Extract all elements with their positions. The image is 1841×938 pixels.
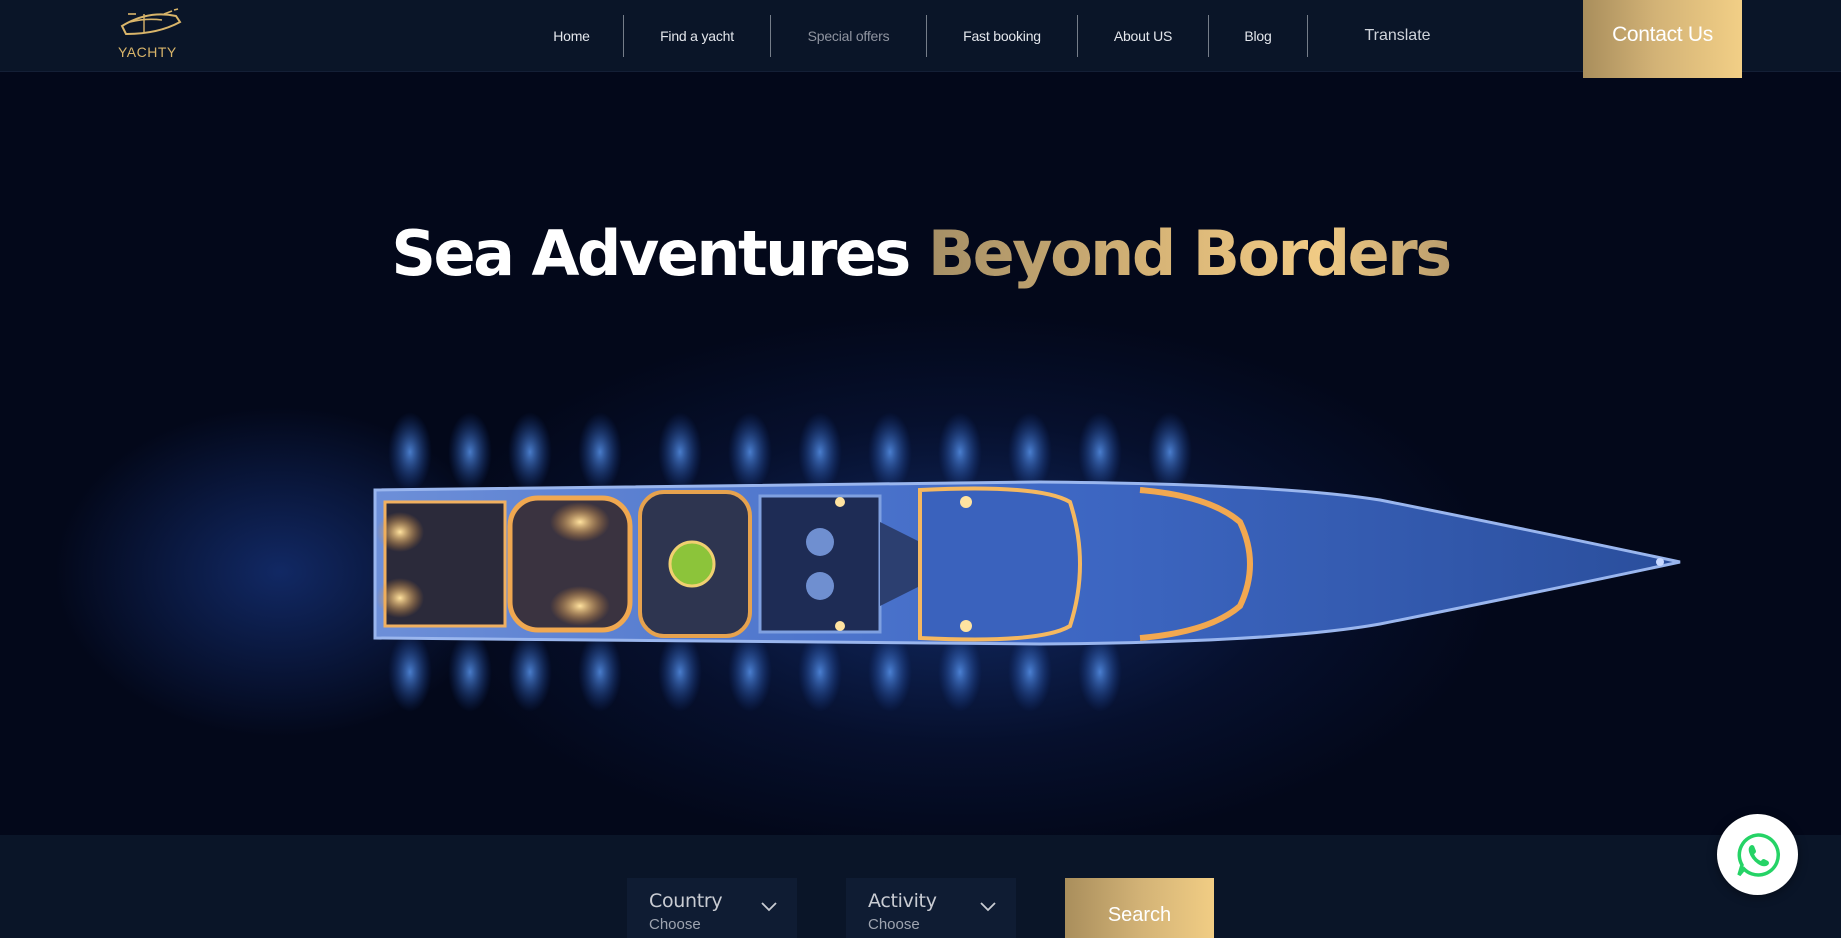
translate-button[interactable]: Translate xyxy=(1340,0,1455,72)
activity-value: Choose xyxy=(868,916,920,933)
site-header: YACHTY Home Find a yacht Special offers … xyxy=(0,0,1841,78)
yacht-hero-image xyxy=(373,412,1681,712)
nav-divider xyxy=(623,15,624,57)
site-logo[interactable]: YACHTY xyxy=(116,8,186,60)
nav-special-offers[interactable]: Special offers xyxy=(771,0,926,72)
brand-name: YACHTY xyxy=(118,44,177,60)
nav-divider xyxy=(1077,15,1078,57)
search-bar: Country Choose Activity Choose Search xyxy=(0,835,1841,938)
nav-divider xyxy=(1307,15,1308,57)
activity-dropdown[interactable]: Activity Choose xyxy=(846,878,1016,938)
hero-title-white: Sea Adventures xyxy=(391,217,911,290)
country-value: Choose xyxy=(649,916,701,933)
main-nav: Home Find a yacht Special offers Fast bo… xyxy=(520,0,1308,72)
whatsapp-button[interactable] xyxy=(1717,814,1798,895)
whatsapp-icon xyxy=(1736,832,1780,877)
activity-label: Activity xyxy=(868,890,937,912)
country-label: Country xyxy=(649,890,723,912)
hero-title-gold: Beyond Borders xyxy=(927,217,1452,290)
nav-blog[interactable]: Blog xyxy=(1209,0,1307,72)
yacht-logo-icon xyxy=(120,8,182,36)
nav-about-us[interactable]: About US xyxy=(1078,0,1208,72)
nav-fast-booking[interactable]: Fast booking xyxy=(927,0,1077,72)
nav-home[interactable]: Home xyxy=(520,0,623,72)
nav-divider xyxy=(926,15,927,57)
chevron-down-icon xyxy=(761,902,777,912)
search-button[interactable]: Search xyxy=(1065,878,1214,938)
hero-section: Sea Adventures Beyond Borders xyxy=(0,72,1841,835)
chevron-down-icon xyxy=(980,902,996,912)
nav-find-yacht[interactable]: Find a yacht xyxy=(624,0,770,72)
nav-divider xyxy=(1208,15,1209,57)
contact-us-button[interactable]: Contact Us xyxy=(1583,0,1742,78)
hero-title: Sea Adventures Beyond Borders xyxy=(0,217,1841,290)
nav-divider xyxy=(770,15,771,57)
country-dropdown[interactable]: Country Choose xyxy=(627,878,797,938)
